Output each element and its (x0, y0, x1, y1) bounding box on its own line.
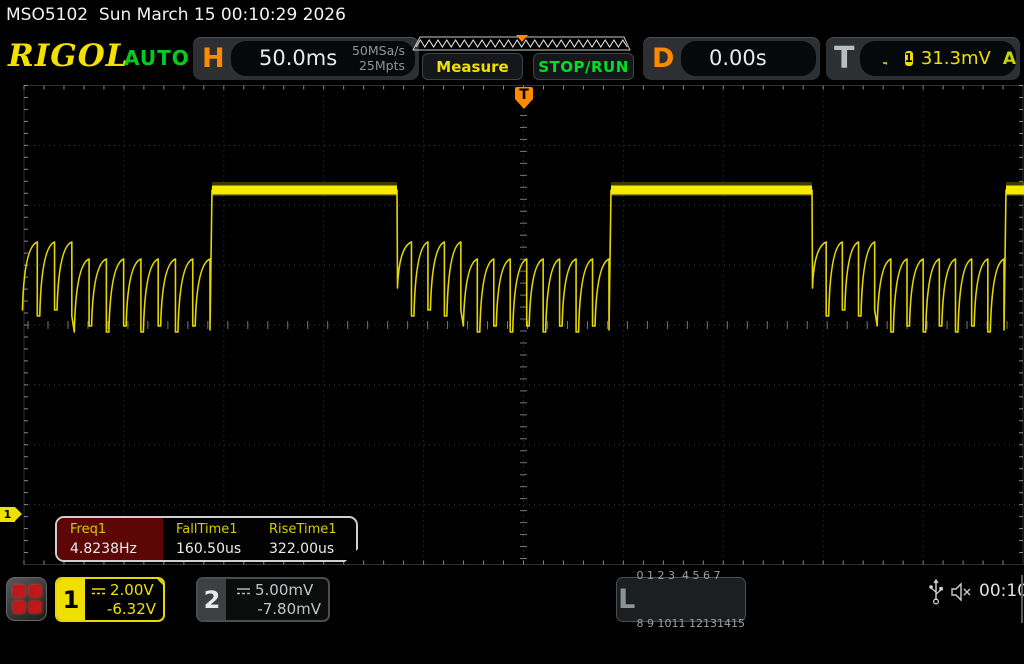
delay-value: 0.00s (709, 46, 767, 70)
channel1-status-block[interactable]: 1 2.00V -6.32V (55, 577, 165, 622)
measurement-label: Freq1 (70, 522, 163, 537)
measure-button[interactable]: Measure (422, 53, 523, 80)
red-square-icon (13, 585, 25, 597)
sample-rate-block: 50MSa/s 25Mpts (352, 43, 405, 73)
red-square-icon (13, 601, 25, 613)
red-square-icon (29, 601, 41, 613)
logic-analyzer-block[interactable]: L 0 1 2 3 4 5 6 7 8 9 1011 12131415 (616, 577, 746, 622)
channel2-offset: -7.80mV (226, 600, 321, 619)
channel1-corner-notch (155, 577, 165, 587)
statusbar-divider (1021, 575, 1023, 623)
trigger-level-value: 31.3mV (921, 48, 991, 69)
channel1-tag: 1 (57, 579, 85, 620)
header-bar: RIGOL AUTO H 50.0ms 50MSa/s 25Mpts Measu… (0, 30, 1024, 83)
rigol-logo: RIGOL (8, 38, 129, 74)
trigger-pill: 1 31.3mV A (860, 41, 1016, 76)
channel1-ground-arrow-icon (15, 507, 22, 521)
measurement-value: 322.00us (269, 541, 349, 557)
channel1-values: 2.00V -6.32V (85, 579, 163, 620)
function-navigator-button[interactable] (6, 577, 47, 621)
measurement-label: RiseTime1 (269, 522, 349, 537)
delay-settings[interactable]: D 0.00s (643, 37, 820, 80)
channel2-values: 5.00mV -7.80mV (226, 579, 328, 620)
h-label: H (202, 43, 225, 74)
stop-run-button[interactable]: STOP/RUN (533, 53, 634, 80)
channel1-ground-number: 1 (0, 508, 15, 521)
memory-depth: 25Mpts (352, 58, 405, 73)
acquire-mode-label: AUTO (124, 46, 190, 70)
horizontal-settings[interactable]: H 50.0ms 50MSa/s 25Mpts (193, 37, 419, 80)
delay-pill: 0.00s (681, 41, 816, 76)
dc-coupling-icon (91, 586, 106, 596)
trigger-slope-icon (882, 51, 887, 66)
channel1-offset: -6.32V (85, 600, 156, 619)
trigger-source-badge: 1 (905, 51, 913, 66)
waveform-display-area[interactable]: T 1 Freq1 4.8238Hz FallTime1 160.50us Ri… (0, 85, 1024, 565)
measurement-risetime1[interactable]: RiseTime1 322.00us (256, 518, 349, 560)
measurement-freq1[interactable]: Freq1 4.8238Hz (57, 518, 163, 560)
measurement-label: FallTime1 (176, 522, 256, 537)
t-label: T (834, 41, 854, 76)
trigger-position-marker[interactable]: T (514, 86, 534, 110)
d-label: D (652, 43, 674, 74)
logic-channel-numbers: 0 1 2 3 4 5 6 7 8 9 1011 12131415 (637, 536, 745, 664)
channel1-ground-marker[interactable]: 1 (0, 507, 22, 523)
model-and-datetime: MSO5102 Sun March 15 00:10:29 2026 (6, 5, 346, 25)
graticule-and-waveform (0, 85, 1024, 565)
timebase-value: 50.0ms (259, 46, 337, 70)
trigger-marker-letter: T (514, 87, 534, 103)
sound-muted-icon (950, 582, 976, 602)
logic-row-0-7: 0 1 2 3 4 5 6 7 (637, 568, 745, 584)
usb-icon (928, 578, 944, 606)
timebase-pill: 50.0ms 50MSa/s 25Mpts (231, 41, 415, 76)
channel2-scale: 5.00mV (255, 581, 313, 600)
measurement-value: 160.50us (176, 541, 256, 557)
channel1-scale: 2.00V (110, 581, 154, 600)
red-square-icon (29, 585, 41, 597)
measurement-results-box[interactable]: Freq1 4.8238Hz FallTime1 160.50us RiseTi… (55, 516, 358, 562)
power-on-timer: 00:10 (979, 581, 1024, 601)
header-buttons: Measure STOP/RUN (422, 53, 634, 80)
measurement-falltime1[interactable]: FallTime1 160.50us (163, 518, 256, 560)
trigger-settings[interactable]: T 1 31.3mV A (826, 37, 1020, 80)
top-title-bar: MSO5102 Sun March 15 00:10:29 2026 (0, 0, 1024, 30)
channel2-tag: 2 (198, 579, 226, 620)
bottom-status-bar: 1 2.00V -6.32V 2 5.00mV -7.80mV (0, 565, 1024, 630)
trigger-sweep-mode: A (1003, 49, 1016, 69)
logic-label: L (617, 584, 637, 615)
memory-position-marker-icon (516, 35, 528, 42)
logic-row-8-15: 8 9 1011 12131415 (637, 616, 745, 632)
dc-coupling-icon (236, 586, 251, 596)
channel2-status-block[interactable]: 2 5.00mV -7.80mV (196, 577, 330, 622)
measurement-value: 4.8238Hz (70, 541, 163, 557)
sample-rate: 50MSa/s (352, 43, 405, 58)
